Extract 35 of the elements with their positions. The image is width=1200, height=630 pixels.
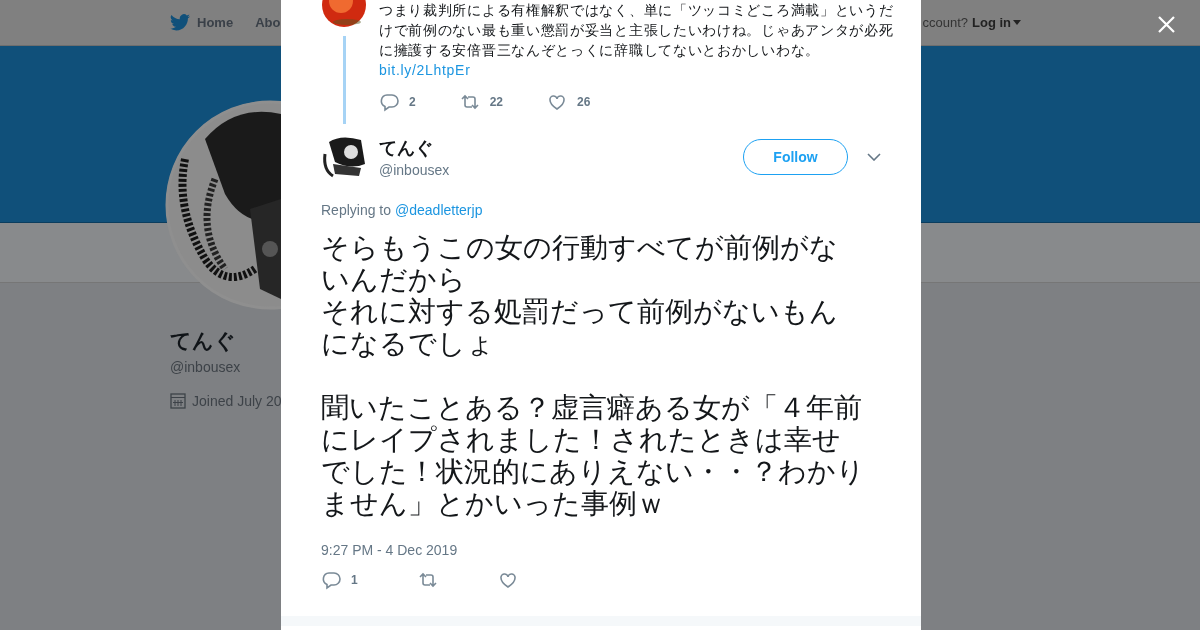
heart-icon	[547, 92, 568, 112]
joined-date: Joined July 20	[192, 393, 282, 409]
replying-label: Replying to	[321, 202, 392, 218]
reply-icon	[321, 570, 341, 590]
tweet-timestamp: 9:27 PM - 4 Dec 2019	[321, 542, 459, 558]
close-icon[interactable]	[1158, 16, 1175, 33]
nav-link[interactable]: Abo	[255, 15, 281, 30]
follow-button[interactable]: Follow	[743, 139, 848, 175]
retweet-icon	[417, 570, 438, 590]
nav-link[interactable]: Home	[170, 14, 234, 31]
tweet-text: つまり裁判所による有権解釈ではなく、単に「ツッコミどころ満載」というだけで前例のない最も重い懲罰が妥当と主張したいわけね。じゃあアンタが必死に擁護する安倍晋三なんぞとっくに辞職してないとおかしいわな。 bit.ly/2LhtpEr	[379, 1, 895, 80]
caret-icon	[1013, 20, 1021, 25]
heart-icon	[497, 570, 518, 590]
retweet-action[interactable]	[417, 570, 438, 590]
like-action[interactable]: 26	[547, 92, 591, 112]
reply-action[interactable]: 2	[379, 92, 416, 112]
tweet-text-line: 聞いたことある？虚言癖ある女が「４年前にレイプされました！されたときは幸せでした！状況的にありえない・・？わかりません」とかいった事例ｗ	[321, 392, 866, 520]
like-action[interactable]	[497, 570, 518, 590]
retweet-action[interactable]: 22	[459, 92, 504, 112]
chevron-down-icon[interactable]	[867, 153, 881, 161]
reply-to-link[interactable]: @deadletterjp	[395, 202, 483, 218]
tweet-link[interactable]: bit.ly/2LhtpEr	[379, 62, 471, 78]
profile-name: てんぐ	[170, 328, 236, 354]
author-name: てんぐ	[379, 137, 434, 160]
account-prompt: ccount?	[922, 14, 968, 31]
author-handle: @inbousex	[379, 162, 451, 178]
tweet-text-line: そらもうこの女の行動すべてが前例がないんだから	[321, 232, 839, 296]
reply-action[interactable]: 1	[321, 570, 358, 590]
retweet-icon	[459, 92, 480, 112]
bird-icon	[170, 14, 190, 31]
tweet-text-line: それに対する処罰だって前例がないもんになるでしょ	[321, 296, 839, 360]
login-link[interactable]: Log in	[972, 14, 1021, 31]
calendar-icon	[170, 393, 186, 409]
reply-icon	[379, 92, 399, 112]
profile-handle: @inbousex	[170, 359, 241, 375]
